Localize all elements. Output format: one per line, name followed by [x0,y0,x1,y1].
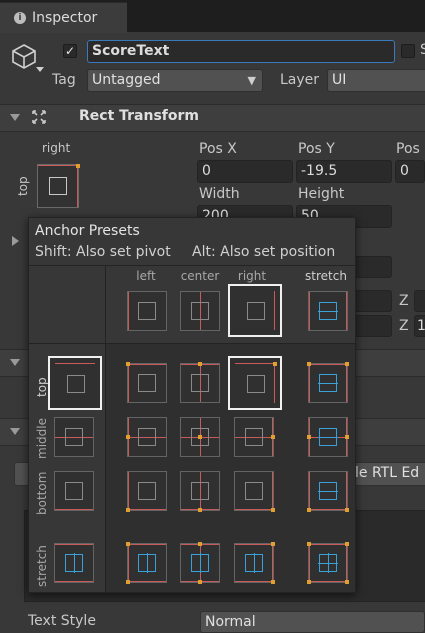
static-label: S [420,42,425,58]
text-style-label: Text Style [28,613,96,629]
z-input-1[interactable] [414,290,425,312]
layer-value: UI [332,72,347,88]
anchor-vertical-label: top [16,176,30,196]
pos-z-label: Pos [396,141,420,157]
pos-x-input[interactable]: 0 [197,160,293,183]
preset-stretch-right[interactable] [234,542,275,584]
preset-middle-right[interactable] [234,417,275,457]
pos-z-input[interactable]: 0 [395,160,425,183]
layer-dropdown[interactable]: UI [327,69,425,92]
anchor-presets-hint-pivot: Shift: Also set pivot [35,244,171,260]
anchor-presets-popup: Anchor Presets Shift: Also set pivot Alt… [28,217,356,593]
tag-dropdown[interactable]: Untagged ▼ [87,69,263,92]
preset-top-left[interactable] [126,362,167,403]
component-2-collapse-icon [10,428,20,435]
active-checkbox[interactable]: ✓ [63,44,77,58]
preset-stretch-center[interactable] [180,542,220,584]
preset-v-top[interactable] [48,356,102,410]
preset-bottom-left[interactable] [126,471,167,512]
static-checkbox[interactable] [401,44,415,58]
preset-middle-center[interactable] [180,417,220,457]
preset-top-center[interactable] [180,362,220,403]
width-label: Width [199,186,240,202]
pos-x-label: Pos X [199,141,237,157]
column-label-stretch: stretch [305,269,347,283]
anchor-preset-button[interactable] [37,164,80,208]
z-label-1: Z [399,293,409,309]
row-label-bottom: bottom [35,471,49,515]
anchor-dot [76,164,80,168]
z-label-2: Z [399,318,409,334]
tab-bar: i Inspector [0,0,425,33]
tab-inspector[interactable]: i Inspector [0,2,127,33]
preset-bottom-center[interactable] [180,471,220,512]
rtl-editor-label: le RTL Ed [355,465,420,481]
anchor-presets-hint-position: Alt: Also set position [192,244,336,260]
rect-transform-title: Rect Transform [79,108,200,124]
preset-h-stretch[interactable] [308,291,348,331]
anchors-foldout-icon[interactable] [12,236,19,246]
column-label-left: left [136,269,156,283]
column-label-center: center [180,269,220,283]
column-label-right: right [237,269,267,283]
preset-stretch-stretch[interactable] [307,542,349,584]
preset-top-right[interactable] [228,356,282,410]
gameobject-icon[interactable] [10,42,38,70]
height-label: Height [298,186,345,202]
preset-v-bottom[interactable] [54,471,94,511]
tag-chevron-icon: ▼ [247,74,256,87]
preset-middle-stretch[interactable] [307,417,349,457]
anchor-presets-title: Anchor Presets [35,223,140,239]
info-icon: i [14,12,26,24]
text-style-dropdown[interactable]: Normal [200,611,425,633]
icon-dropdown-arrow-icon[interactable] [36,67,44,72]
tag-label: Tag [52,72,76,88]
preset-stretch-left[interactable] [126,542,167,584]
component-1-collapse-icon [10,359,20,366]
rect-transform-header[interactable]: Rect Transform [0,104,425,132]
anchor-line-right [77,165,78,207]
anchor-horizontal-label: right [42,141,71,155]
tag-value: Untagged [92,72,161,88]
preset-h-center[interactable] [180,291,220,331]
z-input-2[interactable]: 1 [414,315,425,337]
pos-y-input[interactable]: -19.5 [296,160,392,183]
layer-label: Layer [280,72,320,88]
rect-transform-icon [32,110,46,124]
preset-v-stretch[interactable] [54,543,94,583]
row-label-stretch: stretch [35,545,49,587]
pos-y-label: Pos Y [298,141,335,157]
preset-middle-left[interactable] [126,417,167,457]
collapse-arrow-icon [10,114,20,121]
preset-bottom-stretch[interactable] [307,471,349,512]
anchor-preset-inner [49,177,67,195]
preset-h-left[interactable] [127,291,167,331]
tab-inspector-label: Inspector [32,10,98,26]
preset-bottom-right[interactable] [234,471,275,512]
preset-h-right[interactable] [228,284,282,337]
row-label-top: top [35,377,49,397]
preset-top-stretch[interactable] [307,362,349,403]
row-label-middle: middle [35,418,49,459]
preset-v-middle[interactable] [54,417,94,457]
anchor-line-top [38,165,78,166]
text-style-value: Normal [205,614,256,630]
object-name-input[interactable]: ScoreText [87,40,395,63]
